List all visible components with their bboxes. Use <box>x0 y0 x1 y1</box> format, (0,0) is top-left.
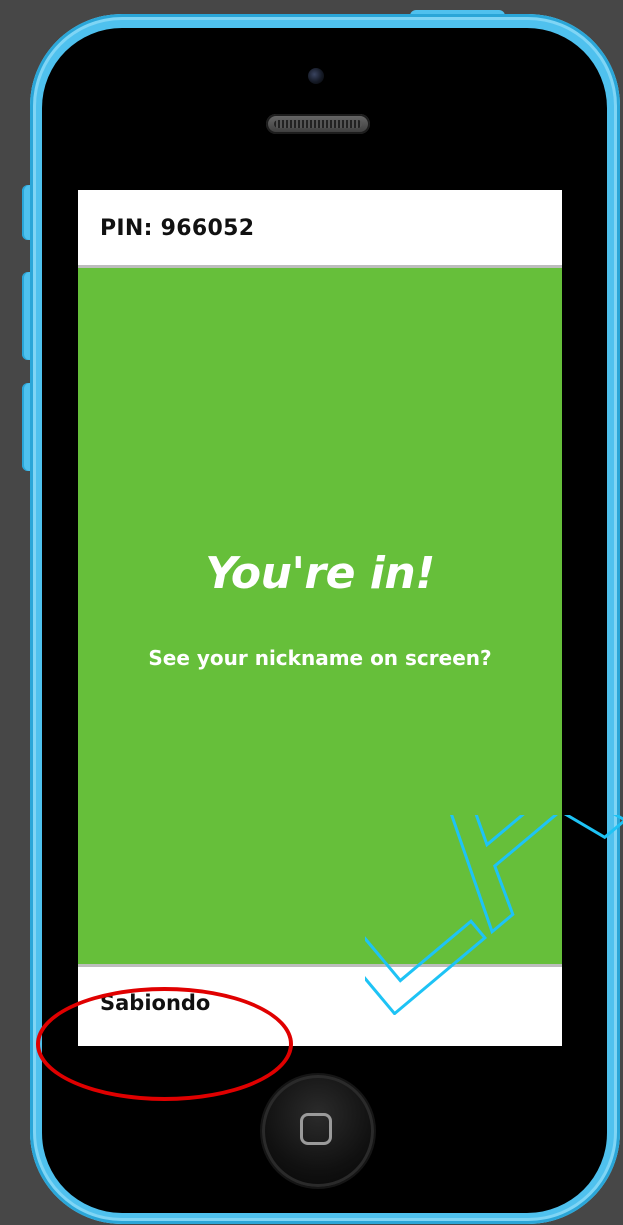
pin-header: PIN: 966052 <box>78 190 562 268</box>
home-button[interactable] <box>262 1075 374 1187</box>
speaker-icon <box>266 114 370 134</box>
nickname-prompt: See your nickname on screen? <box>148 646 492 670</box>
youre-in-heading: You're in! <box>205 548 435 599</box>
player-nickname: Sabiondo <box>100 991 211 1015</box>
game-pin: PIN: 966052 <box>100 216 255 241</box>
nickname-footer: Sabiondo <box>78 964 562 1046</box>
camera-icon <box>308 68 324 84</box>
status-area: You're in! See your nickname on screen? <box>78 268 562 964</box>
phone-screen: PIN: 966052 You're in! See your nickname… <box>78 190 562 1046</box>
speaker-grille <box>274 120 362 128</box>
stage: PIN: 966052 You're in! See your nickname… <box>0 0 623 1225</box>
home-icon <box>300 1113 332 1145</box>
